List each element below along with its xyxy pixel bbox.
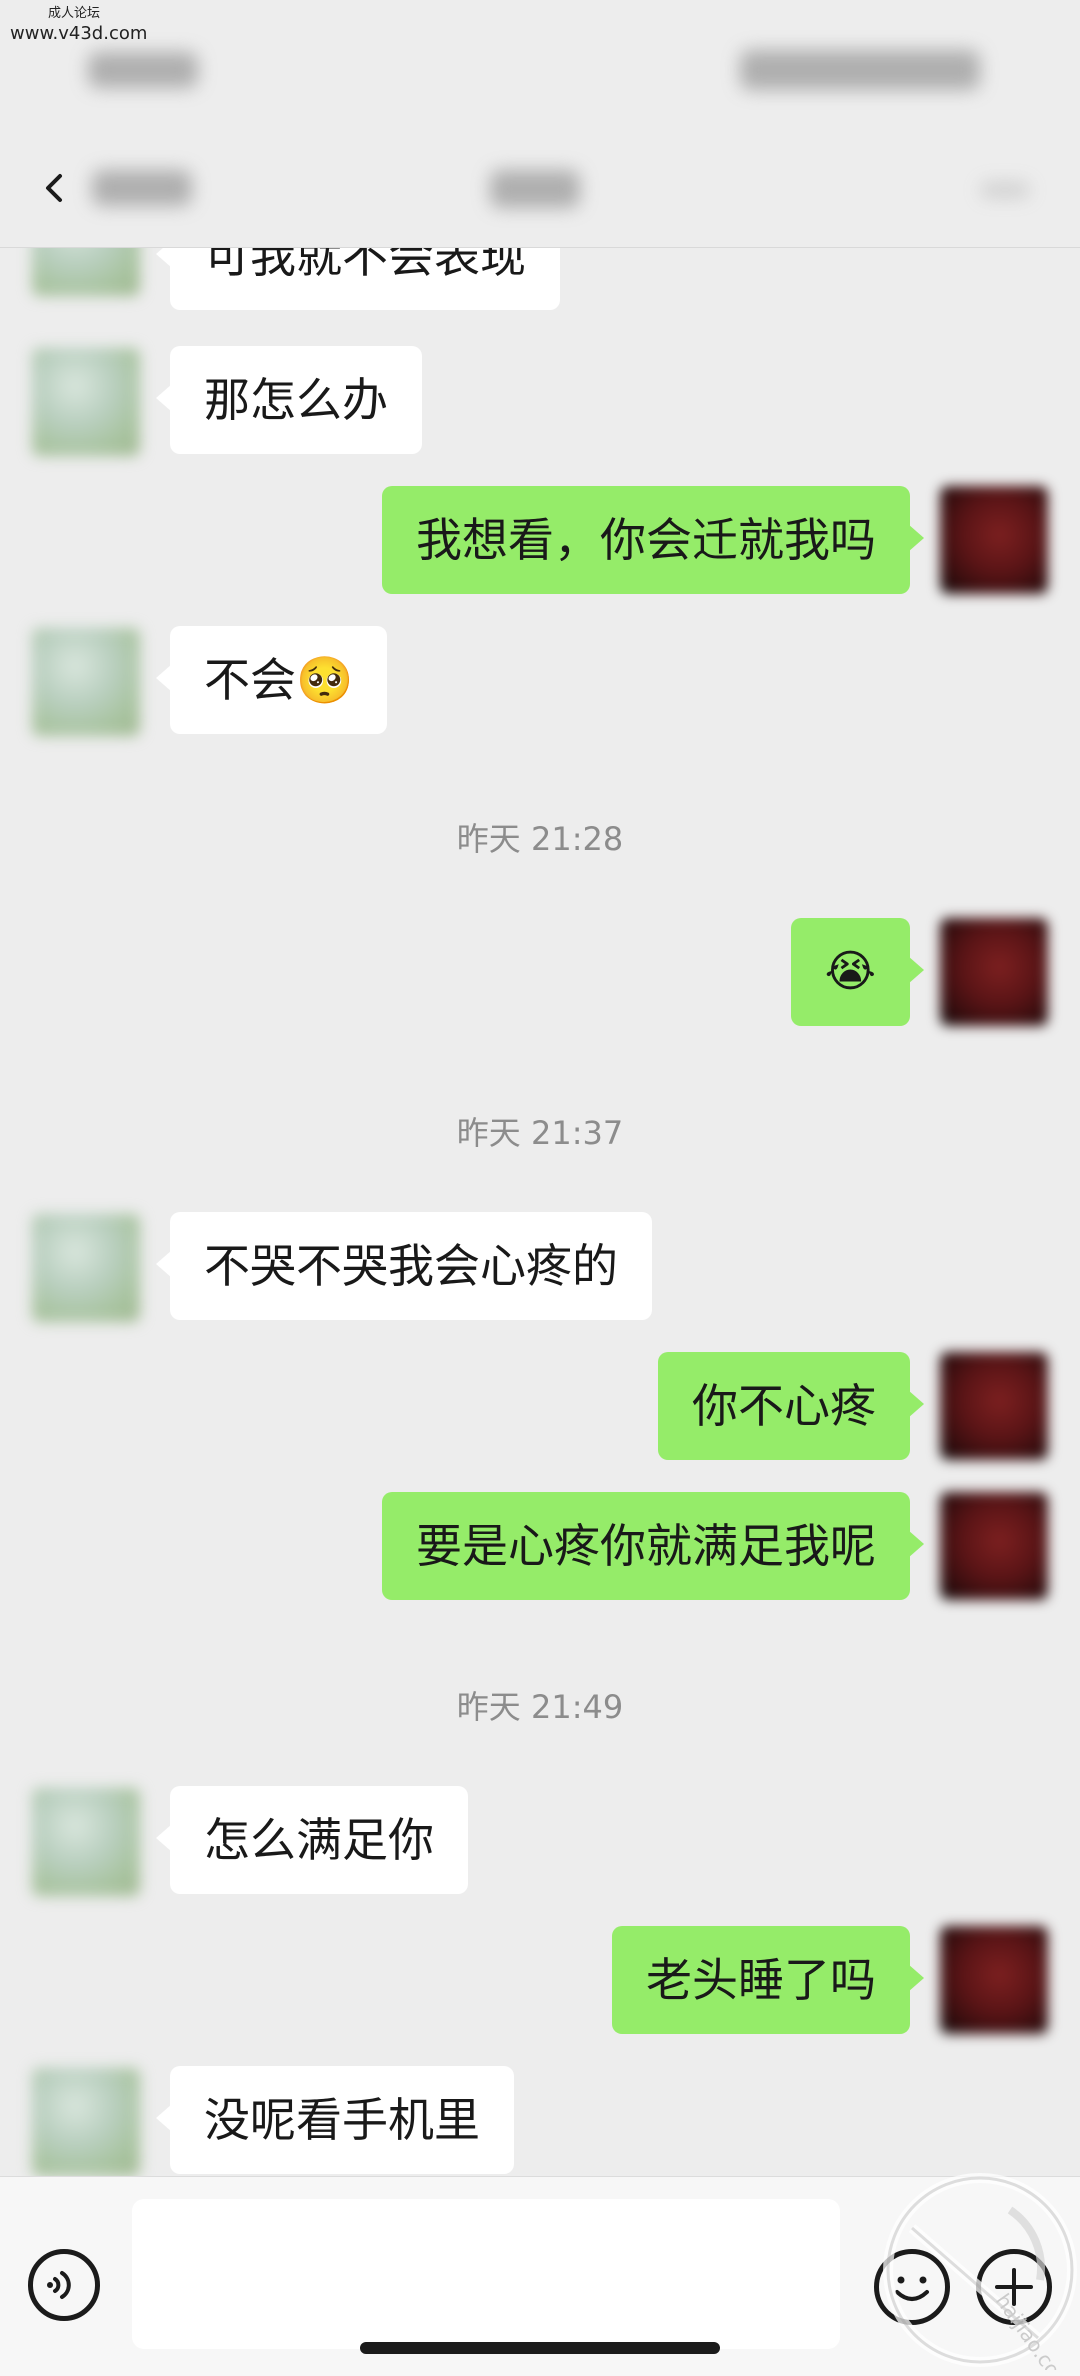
chevron-left-icon[interactable] bbox=[36, 170, 72, 206]
my-avatar[interactable] bbox=[940, 1926, 1048, 2034]
more-menu-blurred[interactable] bbox=[980, 182, 1030, 198]
contact-avatar[interactable] bbox=[32, 1788, 140, 1896]
chat-nav-bar bbox=[0, 130, 1080, 248]
message-bubble-incoming[interactable]: 怎么满足你 bbox=[156, 1786, 468, 1894]
message-timestamp: 昨天 21:37 bbox=[456, 1114, 624, 1152]
message-bubble-outgoing[interactable]: 要是心疼你就满足我呢 bbox=[382, 1492, 924, 1600]
message-bubble-outgoing[interactable]: 😭 bbox=[790, 918, 925, 1026]
message-bubble-outgoing[interactable]: 老头睡了吗 bbox=[612, 1926, 924, 2034]
message-bubble-incoming[interactable]: 可我就不会表现 bbox=[156, 248, 560, 310]
message-input-bar bbox=[0, 2176, 1080, 2376]
message-list[interactable]: 可我就不会表现 那怎么办 我想看，你会迁就我吗 不会🥺 昨天 21:28 😭 昨… bbox=[0, 248, 1080, 2176]
contact-avatar[interactable] bbox=[32, 248, 140, 296]
watermark-line1: 成人论坛 bbox=[48, 6, 101, 21]
voice-icon[interactable] bbox=[28, 2249, 100, 2321]
contact-name-blurred bbox=[490, 170, 580, 208]
emoji-icon[interactable] bbox=[874, 2249, 950, 2325]
my-avatar[interactable] bbox=[940, 918, 1048, 1026]
status-time-blurred bbox=[88, 52, 198, 88]
message-bubble-incoming[interactable]: 不会🥺 bbox=[155, 626, 388, 734]
back-label-blurred[interactable] bbox=[92, 170, 192, 206]
contact-avatar[interactable] bbox=[32, 2068, 140, 2176]
message-bubble-outgoing[interactable]: 我想看，你会迁就我吗 bbox=[382, 486, 924, 594]
message-bubble-incoming[interactable]: 那怎么办 bbox=[156, 346, 422, 454]
message-input[interactable] bbox=[132, 2199, 840, 2349]
watermark-site: 成人论坛 www.v43d.com bbox=[10, 6, 147, 46]
my-avatar[interactable] bbox=[940, 1352, 1048, 1460]
status-bar bbox=[0, 0, 1080, 130]
contact-avatar[interactable] bbox=[32, 348, 140, 456]
contact-avatar[interactable] bbox=[32, 1214, 140, 1322]
contact-avatar[interactable] bbox=[32, 628, 140, 736]
status-icons-blurred bbox=[740, 50, 980, 90]
my-avatar[interactable] bbox=[940, 1492, 1048, 1600]
home-indicator bbox=[360, 2342, 720, 2354]
message-bubble-outgoing[interactable]: 你不心疼 bbox=[658, 1352, 924, 1460]
my-avatar[interactable] bbox=[940, 486, 1048, 594]
message-bubble-incoming[interactable]: 不哭不哭我会心疼的 bbox=[156, 1212, 652, 1320]
message-bubble-incoming[interactable]: 没呢看手机里 bbox=[156, 2066, 514, 2174]
watermark-line2: www.v43d.com bbox=[10, 23, 148, 44]
message-timestamp: 昨天 21:49 bbox=[456, 1688, 624, 1726]
message-timestamp: 昨天 21:28 bbox=[456, 820, 624, 858]
plus-icon[interactable] bbox=[976, 2249, 1052, 2325]
